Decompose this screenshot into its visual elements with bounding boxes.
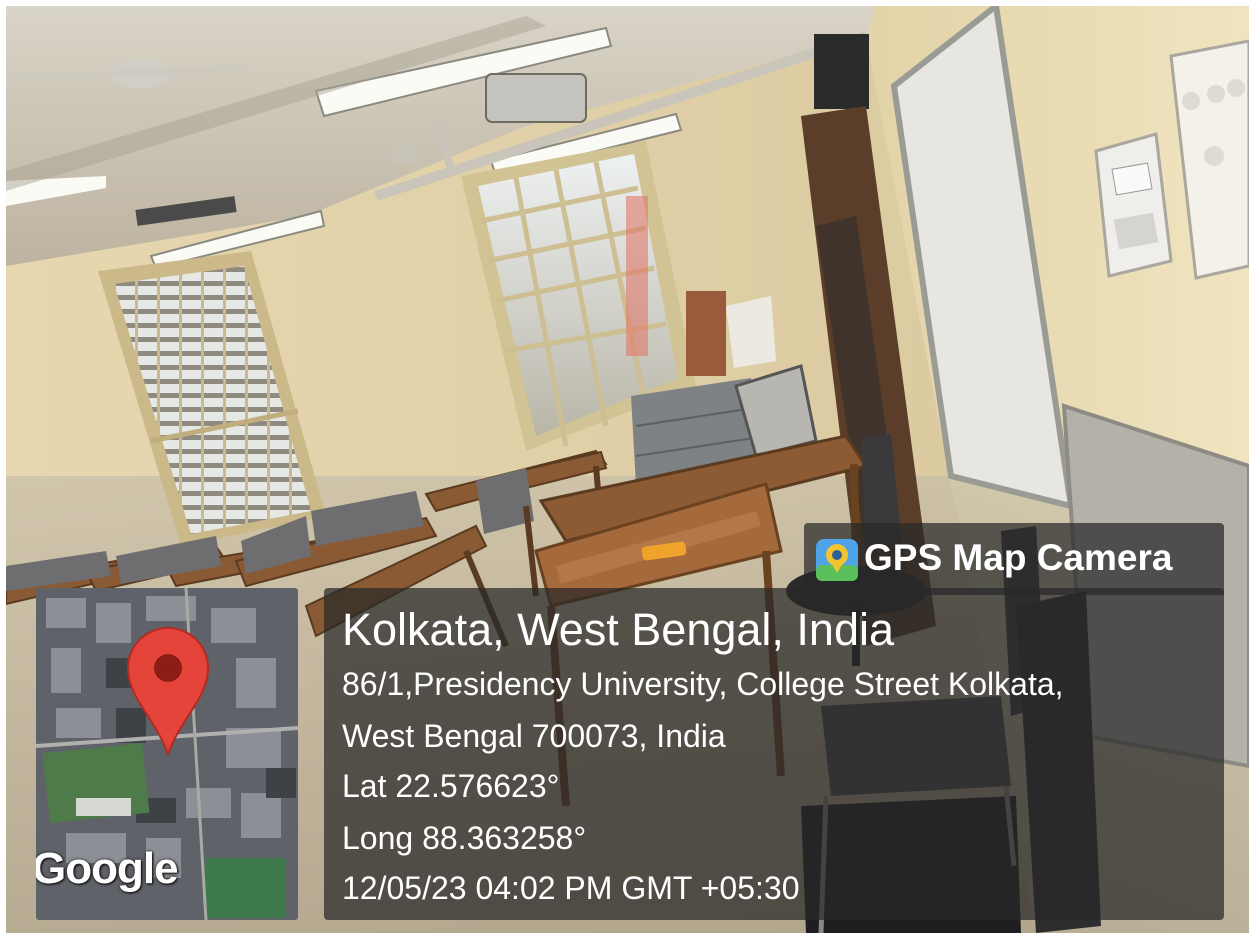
longitude-text: Long 88.363258° bbox=[342, 820, 587, 856]
latitude-text: Lat 22.576623° bbox=[342, 768, 560, 804]
map-pin-icon bbox=[126, 627, 210, 756]
datetime-text: 12/05/23 04:02 PM GMT +05:30 bbox=[342, 870, 800, 906]
app-label: GPS Map Camera bbox=[864, 537, 1173, 578]
address-line-2: West Bengal 700073, India bbox=[342, 718, 726, 754]
location-info-panel: Kolkata, West Bengal, India 86/1,Preside… bbox=[324, 588, 1224, 920]
address-line-1: 86/1,Presidency University, College Stre… bbox=[342, 666, 1064, 702]
google-logo: Google bbox=[36, 844, 179, 893]
photo-frame: GPS Map Camera Google Kolkata, West Beng… bbox=[6, 6, 1249, 933]
location-title: Kolkata, West Bengal, India bbox=[342, 604, 894, 655]
gps-camera-app-icon bbox=[816, 539, 858, 581]
map-thumbnail: Google bbox=[36, 588, 298, 920]
app-badge: GPS Map Camera bbox=[804, 523, 1224, 595]
